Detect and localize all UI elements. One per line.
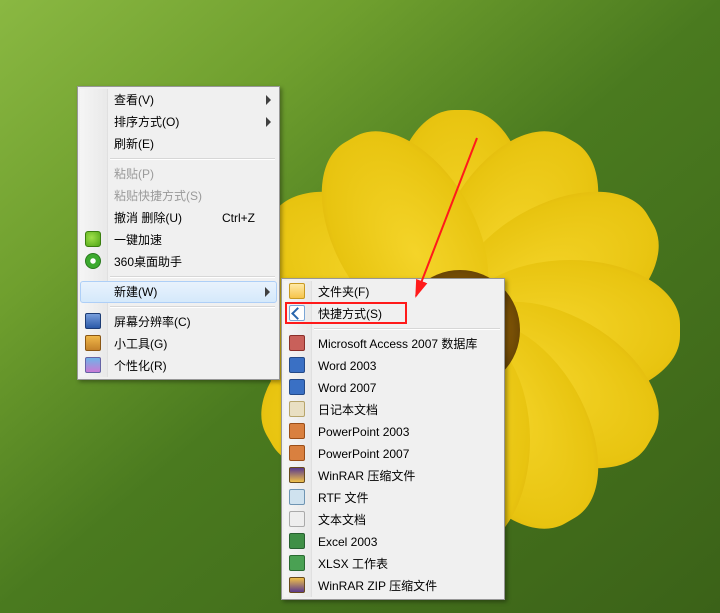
menu-item-label: 一键加速 xyxy=(114,233,162,247)
personalize-icon xyxy=(85,357,101,373)
menu-item-label: 撤消 删除(U) xyxy=(114,211,182,225)
menu-item-label: RTF 文件 xyxy=(318,491,368,505)
gadgets-icon xyxy=(85,335,101,351)
menu-item-360-desktop-helper[interactable]: 360桌面助手 xyxy=(80,251,277,273)
menu-item-label: 文件夹(F) xyxy=(318,285,369,299)
menu-item-undo-delete[interactable]: 撤消 删除(U) Ctrl+Z xyxy=(80,207,277,229)
menu-item-new[interactable]: 新建(W) xyxy=(80,281,277,303)
excel-icon xyxy=(289,533,305,549)
menu-item-label: 刷新(E) xyxy=(114,137,154,151)
submenu-item-xlsx[interactable]: XLSX 工作表 xyxy=(284,553,502,575)
menu-item-paste-shortcut: 粘贴快捷方式(S) xyxy=(80,185,277,207)
menu-item-label: WinRAR 压缩文件 xyxy=(318,469,415,483)
menu-item-label: 文本文档 xyxy=(318,513,366,527)
xlsx-icon xyxy=(289,555,305,571)
menu-item-label: 粘贴快捷方式(S) xyxy=(114,189,202,203)
menu-separator xyxy=(110,158,275,160)
menu-item-label: 粘贴(P) xyxy=(114,167,154,181)
submenu-arrow-icon xyxy=(266,117,271,127)
menu-item-label: 360桌面助手 xyxy=(114,255,182,269)
menu-item-screen-resolution[interactable]: 屏幕分辨率(C) xyxy=(80,311,277,333)
menu-item-gadgets[interactable]: 小工具(G) xyxy=(80,333,277,355)
menu-item-shortcut: Ctrl+Z xyxy=(222,207,255,229)
menu-item-label: 小工具(G) xyxy=(114,337,167,351)
menu-separator xyxy=(110,306,275,308)
powerpoint-icon xyxy=(289,423,305,439)
menu-separator xyxy=(110,276,275,278)
submenu-item-winrar[interactable]: WinRAR 压缩文件 xyxy=(284,465,502,487)
diary-icon xyxy=(289,401,305,417)
word-icon xyxy=(289,357,305,373)
menu-item-label: Word 2003 xyxy=(318,359,376,373)
menu-item-label: XLSX 工作表 xyxy=(318,557,388,571)
submenu-item-word-2007[interactable]: Word 2007 xyxy=(284,377,502,399)
menu-item-label: 新建(W) xyxy=(114,285,157,299)
menu-item-label: PowerPoint 2003 xyxy=(318,425,409,439)
submenu-item-powerpoint-2007[interactable]: PowerPoint 2007 xyxy=(284,443,502,465)
menu-item-sort[interactable]: 排序方式(O) xyxy=(80,111,277,133)
submenu-item-word-2003[interactable]: Word 2003 xyxy=(284,355,502,377)
word-icon xyxy=(289,379,305,395)
desktop-context-menu: 查看(V) 排序方式(O) 刷新(E) 粘贴(P) 粘贴快捷方式(S) 撤消 删… xyxy=(77,86,280,380)
submenu-item-winrar-zip[interactable]: WinRAR ZIP 压缩文件 xyxy=(284,575,502,597)
menu-item-label: PowerPoint 2007 xyxy=(318,447,409,461)
powerpoint-icon xyxy=(289,445,305,461)
submenu-item-access[interactable]: Microsoft Access 2007 数据库 xyxy=(284,333,502,355)
rtf-icon xyxy=(289,489,305,505)
menu-item-label: Microsoft Access 2007 数据库 xyxy=(318,337,477,351)
menu-item-label: 快捷方式(S) xyxy=(318,307,382,321)
submenu-arrow-icon xyxy=(265,287,270,297)
menu-item-view[interactable]: 查看(V) xyxy=(80,89,277,111)
submenu-item-shortcut[interactable]: 快捷方式(S) xyxy=(284,303,502,325)
submenu-arrow-icon xyxy=(266,95,271,105)
text-file-icon xyxy=(289,511,305,527)
new-submenu: 文件夹(F) 快捷方式(S) Microsoft Access 2007 数据库… xyxy=(281,278,505,600)
submenu-item-txt[interactable]: 文本文档 xyxy=(284,509,502,531)
menu-item-label: 屏幕分辨率(C) xyxy=(114,315,191,329)
menu-item-refresh[interactable]: 刷新(E) xyxy=(80,133,277,155)
menu-item-label: Word 2007 xyxy=(318,381,376,395)
submenu-item-diary[interactable]: 日记本文档 xyxy=(284,399,502,421)
resolution-icon xyxy=(85,313,101,329)
submenu-item-rtf[interactable]: RTF 文件 xyxy=(284,487,502,509)
menu-item-paste: 粘贴(P) xyxy=(80,163,277,185)
submenu-item-powerpoint-2003[interactable]: PowerPoint 2003 xyxy=(284,421,502,443)
speedup-icon xyxy=(85,231,101,247)
winrar-icon xyxy=(289,467,305,483)
menu-separator xyxy=(314,328,500,330)
menu-item-label: WinRAR ZIP 压缩文件 xyxy=(318,579,437,593)
menu-item-speedup[interactable]: 一键加速 xyxy=(80,229,277,251)
shortcut-icon xyxy=(289,305,305,321)
menu-item-label: 排序方式(O) xyxy=(114,115,179,129)
submenu-item-excel-2003[interactable]: Excel 2003 xyxy=(284,531,502,553)
menu-item-label: Excel 2003 xyxy=(318,535,377,549)
menu-item-label: 个性化(R) xyxy=(114,359,167,373)
menu-item-personalize[interactable]: 个性化(R) xyxy=(80,355,277,377)
menu-item-label: 查看(V) xyxy=(114,93,154,107)
menu-item-label: 日记本文档 xyxy=(318,403,378,417)
360-icon xyxy=(85,253,101,269)
submenu-item-folder[interactable]: 文件夹(F) xyxy=(284,281,502,303)
access-icon xyxy=(289,335,305,351)
winrar-zip-icon xyxy=(289,577,305,593)
folder-icon xyxy=(289,283,305,299)
